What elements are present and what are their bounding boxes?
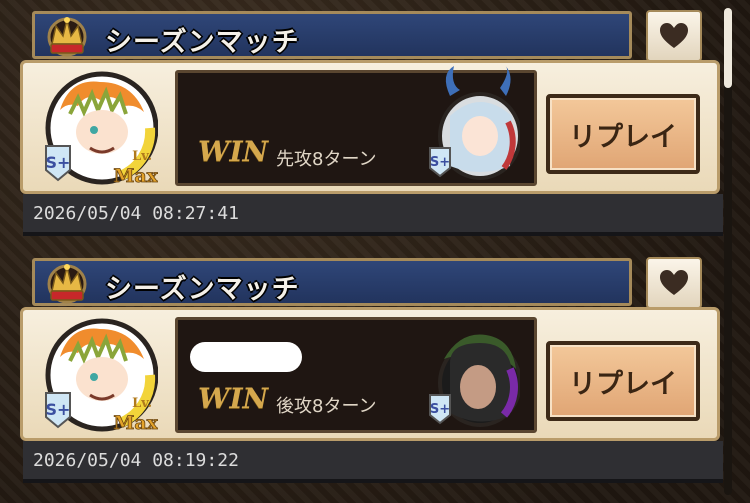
replay-button[interactable]: リプレイ <box>546 341 700 421</box>
match-datetime: 2026/05/04 08:27:41 <box>33 203 239 224</box>
svg-text:S+: S+ <box>46 153 71 172</box>
svg-text:Lv.: Lv. <box>132 149 152 164</box>
match-header: シーズンマッチ <box>32 258 632 306</box>
player-avatar: S+ Lv. Max <box>45 71 158 187</box>
svg-text:S+: S+ <box>46 400 71 419</box>
svg-text:Lv.: Lv. <box>132 396 152 411</box>
svg-text:S+: S+ <box>430 402 450 417</box>
turn-info: 先攻8ターン <box>276 149 377 170</box>
player-avatar: S+ Lv. Max <box>45 318 158 434</box>
match-datetime: 2026/05/04 08:19:22 <box>33 450 239 471</box>
match-title: シーズンマッチ <box>105 27 300 58</box>
heart-icon <box>660 23 688 48</box>
favorite-button[interactable] <box>646 10 702 62</box>
opponent-avatar: S+ <box>429 66 520 180</box>
result-label: WIN <box>198 382 269 415</box>
svg-text:Max: Max <box>113 412 158 434</box>
opponent-avatar: S+ <box>429 334 520 427</box>
turn-info: 後攻8ターン <box>276 396 377 417</box>
rank-badge-icon: S+ <box>45 145 71 182</box>
match-header: シーズンマッチ <box>32 11 632 59</box>
result-label: WIN <box>198 135 269 168</box>
replay-button[interactable]: リプレイ <box>546 94 700 174</box>
heart-icon <box>660 270 688 295</box>
svg-text:S+: S+ <box>430 155 450 170</box>
date-bar: 2026/05/04 08:19:22 <box>23 441 723 483</box>
scrollbar-thumb[interactable] <box>724 8 732 88</box>
match-card: シーズンマッチ S+ Lv. Max WIN 後攻8ターン S+ リプレイ 20… <box>20 255 723 485</box>
date-bar: 2026/05/04 08:27:41 <box>23 194 723 236</box>
opponent-name-redacted <box>190 342 302 372</box>
match-title: シーズンマッチ <box>105 274 300 305</box>
match-card: シーズンマッチ S+ Lv. Max WIN 先攻8ターン S+ リプレイ 20… <box>20 8 723 238</box>
svg-text:Max: Max <box>113 165 158 187</box>
rank-badge-icon: S+ <box>45 392 71 429</box>
scrollbar[interactable] <box>724 8 732 495</box>
favorite-button[interactable] <box>646 257 702 309</box>
